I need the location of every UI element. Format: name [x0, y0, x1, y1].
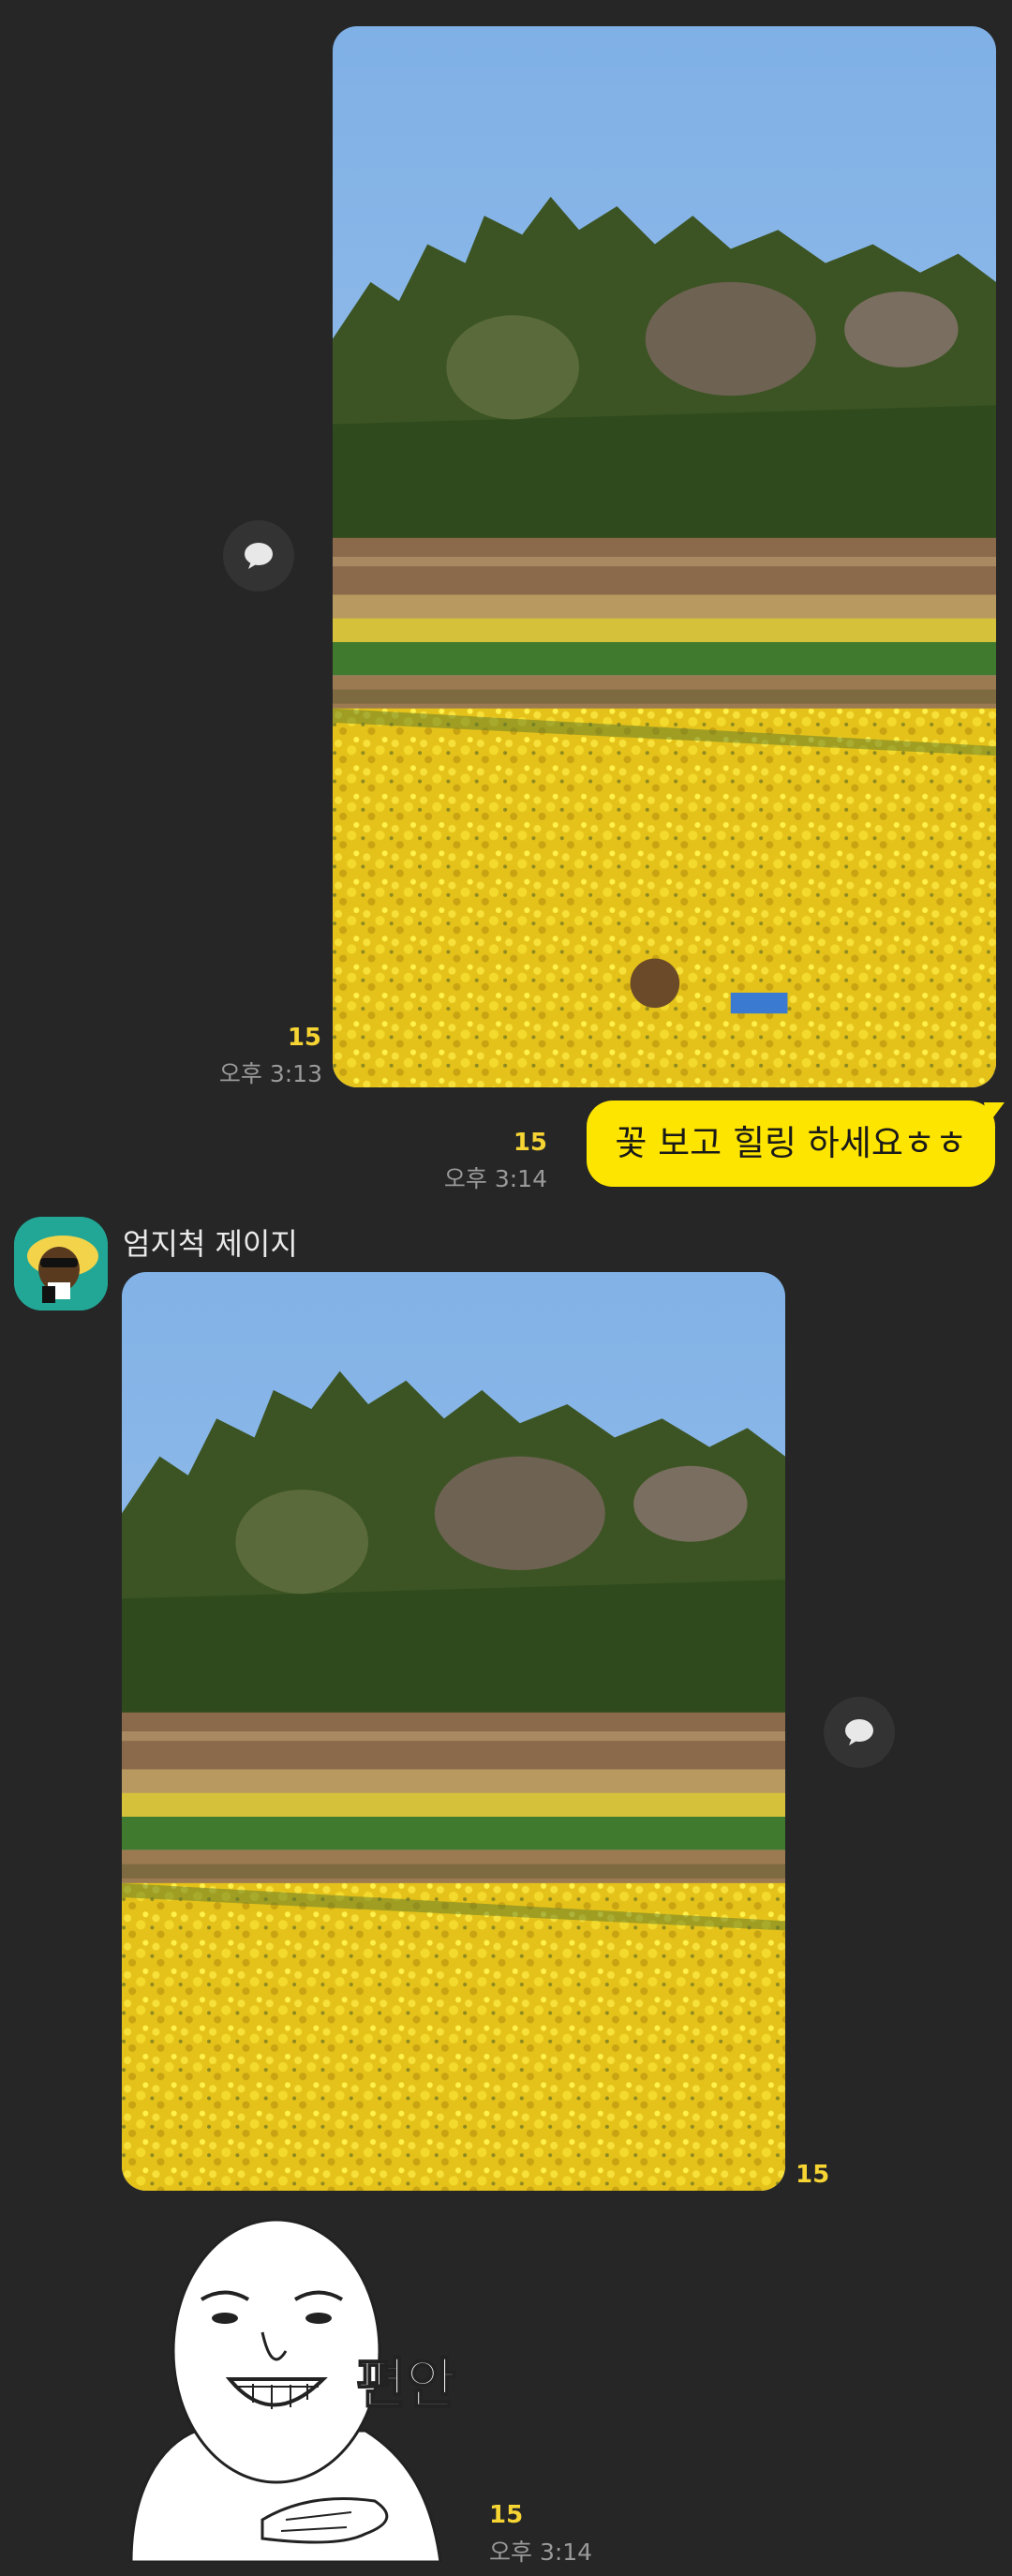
message-time: 오후 3:13: [218, 1060, 322, 1087]
jay-g-character-icon: [14, 1217, 108, 1310]
photo-message[interactable]: [122, 1272, 785, 2191]
sender-name: 엄지척 제이지: [123, 1226, 298, 1262]
photo-message[interactable]: [333, 26, 996, 1087]
my-text-bubble[interactable]: 꽃 보고 힐링 하세요ㅎㅎ: [587, 1101, 995, 1187]
sticker-caption: 편안: [355, 2351, 457, 2417]
unread-count: 15: [287, 1024, 321, 1052]
message-time: 오후 3:14: [489, 2539, 593, 2566]
speech-bubble-icon: [245, 543, 273, 569]
bubble-tail: [984, 1102, 1005, 1125]
flower-field-photo: [333, 26, 996, 1087]
unread-count: 15: [796, 2161, 830, 2189]
unread-count: 15: [489, 2501, 524, 2529]
sender-avatar[interactable]: [14, 1217, 108, 1310]
message-time: 오후 3:14: [443, 1165, 547, 1192]
share-button[interactable]: [824, 1697, 895, 1768]
flower-field-photo: [122, 1272, 785, 2191]
unread-count: 15: [513, 1129, 547, 1157]
share-button[interactable]: [223, 520, 294, 592]
speech-bubble-icon: [845, 1719, 873, 1745]
sticker-message[interactable]: 편안: [122, 2210, 469, 2564]
